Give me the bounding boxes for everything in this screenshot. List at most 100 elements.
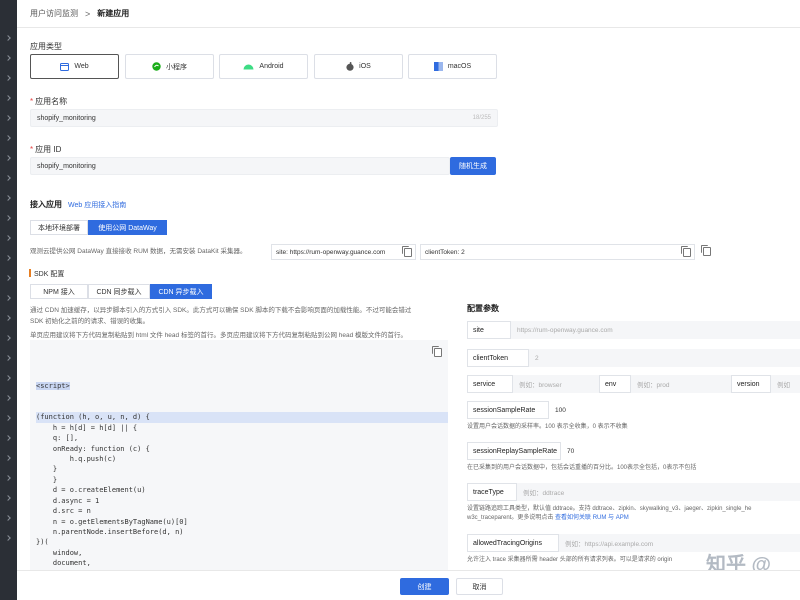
chevron-right-icon[interactable] bbox=[5, 395, 11, 401]
chevron-right-icon[interactable] bbox=[5, 75, 11, 81]
type-ios-button[interactable]: iOS bbox=[314, 54, 403, 79]
chevron-right-icon[interactable] bbox=[5, 215, 11, 221]
chevron-right-icon[interactable] bbox=[5, 115, 11, 121]
code-line: h = h[d] = h[d] || { bbox=[36, 423, 138, 432]
copy-icon[interactable] bbox=[402, 246, 412, 257]
breadcrumb-separator: > bbox=[85, 8, 91, 19]
chevron-right-icon[interactable] bbox=[5, 55, 11, 61]
chevron-right-icon[interactable] bbox=[5, 495, 11, 501]
type-web-label: Web bbox=[74, 63, 89, 70]
tab-public-dataway[interactable]: 使用公网 DataWay bbox=[88, 220, 167, 235]
config-params-title: 配置参数 bbox=[467, 304, 499, 313]
rum-apm-link[interactable]: 查看如何关联 RUM 与 APM bbox=[555, 515, 629, 521]
copy-icon[interactable] bbox=[701, 245, 711, 256]
code-line: d = o.createElement(u) bbox=[36, 486, 146, 495]
chevron-right-icon[interactable] bbox=[5, 155, 11, 161]
chevron-right-icon[interactable] bbox=[5, 255, 11, 261]
chevron-right-icon[interactable] bbox=[5, 135, 11, 141]
macos-icon bbox=[433, 62, 443, 71]
type-macos-button[interactable]: macOS bbox=[408, 54, 497, 79]
chevron-right-icon[interactable] bbox=[5, 375, 11, 381]
code-line: d.src = n bbox=[36, 507, 91, 516]
tab-cdn-sync[interactable]: CDN 同步载入 bbox=[88, 284, 150, 299]
mini-program-icon bbox=[152, 62, 161, 71]
session-replay-rate-key: sessionReplaySampleRate bbox=[467, 442, 561, 460]
code-line: (function (h, o, u, n, d) { bbox=[36, 412, 448, 423]
session-sample-rate-input[interactable]: 100 bbox=[549, 401, 595, 419]
type-ios-label: iOS bbox=[359, 63, 371, 70]
section-marker bbox=[29, 269, 31, 277]
code-line: document, bbox=[36, 559, 91, 568]
service-key: service bbox=[467, 375, 513, 393]
chevron-right-icon[interactable] bbox=[5, 235, 11, 241]
allowed-origins-key: allowedTracingOrigins bbox=[467, 534, 559, 552]
footer-bar: 创建 取消 bbox=[17, 570, 800, 600]
create-button[interactable]: 创建 bbox=[400, 578, 449, 595]
code-line: h.q.push(c) bbox=[36, 455, 117, 464]
tab-npm[interactable]: NPM 接入 bbox=[30, 284, 88, 299]
type-android-label: Android bbox=[259, 63, 284, 70]
client-token-value[interactable]: 2 bbox=[529, 349, 800, 367]
side-rail bbox=[0, 0, 17, 600]
session-replay-rate-desc: 在已采集到的用户会话数据中，包括会话重播的百分比。100表示全包括，0表示不包括 bbox=[467, 465, 697, 471]
chevron-right-icon[interactable] bbox=[5, 475, 11, 481]
access-section-title: 接入应用 Web 应用接入指南 bbox=[30, 200, 127, 209]
version-input[interactable]: 例如 bbox=[771, 375, 800, 393]
app-name-counter: 18/255 bbox=[472, 115, 491, 121]
breadcrumb-parent[interactable]: 用户访问监测 bbox=[30, 8, 78, 19]
sdk-config-title: SDK 配置 bbox=[34, 271, 65, 278]
site-key: site bbox=[467, 321, 511, 339]
browser-icon bbox=[60, 62, 70, 71]
chevron-right-icon[interactable] bbox=[5, 535, 11, 541]
chevron-right-icon[interactable] bbox=[5, 175, 11, 181]
env-input[interactable]: 例如：prod bbox=[631, 375, 731, 393]
chevron-right-icon[interactable] bbox=[5, 415, 11, 421]
android-icon bbox=[243, 64, 254, 70]
trace-type-input[interactable]: 例如：ddtrace bbox=[517, 483, 800, 501]
chevron-right-icon[interactable] bbox=[5, 275, 11, 281]
tab-cdn-async[interactable]: CDN 异步载入 bbox=[150, 284, 212, 299]
app-type-label: 应用类型 bbox=[30, 42, 62, 51]
copy-icon[interactable] bbox=[432, 346, 442, 357]
type-android-button[interactable]: Android bbox=[219, 54, 308, 79]
app-id-input[interactable]: shopify_monitoring bbox=[30, 157, 450, 175]
code-line: onReady: function (c) { bbox=[36, 444, 150, 453]
site-copy-box: site: https://rum-openway.guance.com bbox=[271, 244, 416, 260]
session-sample-rate-desc: 设置用户会话数据的采样率。100 表示全收集，0 表示不收集 bbox=[467, 424, 628, 430]
sdk-desc-line1: 通过 CDN 加速缓存，以异步脚本引入的方式引入 SDK。此方式可以确保 SDK… bbox=[30, 307, 412, 314]
chevron-right-icon[interactable] bbox=[5, 355, 11, 361]
chevron-right-icon[interactable] bbox=[5, 455, 11, 461]
type-mini-program-button[interactable]: 小程序 bbox=[125, 54, 214, 79]
chevron-right-icon[interactable] bbox=[5, 295, 11, 301]
trace-type-key: traceType bbox=[467, 483, 517, 501]
app-name-input[interactable]: shopify_monitoring 18/255 bbox=[30, 109, 498, 127]
chevron-right-icon[interactable] bbox=[5, 335, 11, 341]
code-snippet[interactable]: <script> (function (h, o, u, n, d) { h =… bbox=[30, 340, 448, 570]
token-copy-box: clientToken: 2 bbox=[420, 244, 695, 260]
tab-local-deploy[interactable]: 本地环境部署 bbox=[30, 220, 88, 235]
type-web-button[interactable]: Web bbox=[30, 54, 119, 79]
app-id-label: * 应用 ID bbox=[30, 145, 62, 154]
sdk-desc-line2: SDK 初始化之前的的请求、错误的收集。 bbox=[30, 318, 150, 325]
chevron-right-icon[interactable] bbox=[5, 95, 11, 101]
type-mini-program-label: 小程序 bbox=[166, 63, 187, 71]
chevron-right-icon[interactable] bbox=[5, 435, 11, 441]
site-value[interactable]: https://rum-openway.guance.com bbox=[511, 321, 800, 339]
code-line: })( bbox=[36, 538, 49, 547]
chevron-right-icon[interactable] bbox=[5, 515, 11, 521]
code-line: } bbox=[36, 475, 58, 484]
service-input[interactable]: 例如：browser bbox=[513, 375, 613, 393]
code-lines: (function (h, o, u, n, d) { h = h[d] = h… bbox=[36, 412, 448, 570]
copy-icon[interactable] bbox=[681, 246, 691, 257]
cancel-button[interactable]: 取消 bbox=[456, 578, 503, 595]
generate-id-button[interactable]: 随机生成 bbox=[450, 157, 496, 175]
type-macos-label: macOS bbox=[447, 63, 472, 70]
chevron-right-icon[interactable] bbox=[5, 195, 11, 201]
code-line: <script> bbox=[36, 382, 70, 391]
chevron-right-icon[interactable] bbox=[5, 35, 11, 41]
code-line: q: [], bbox=[36, 434, 79, 443]
chevron-right-icon[interactable] bbox=[5, 315, 11, 321]
page-title: 新建应用 bbox=[97, 9, 130, 18]
web-guide-link[interactable]: Web 应用接入指南 bbox=[68, 202, 126, 209]
session-replay-rate-input[interactable]: 70 bbox=[561, 442, 607, 460]
